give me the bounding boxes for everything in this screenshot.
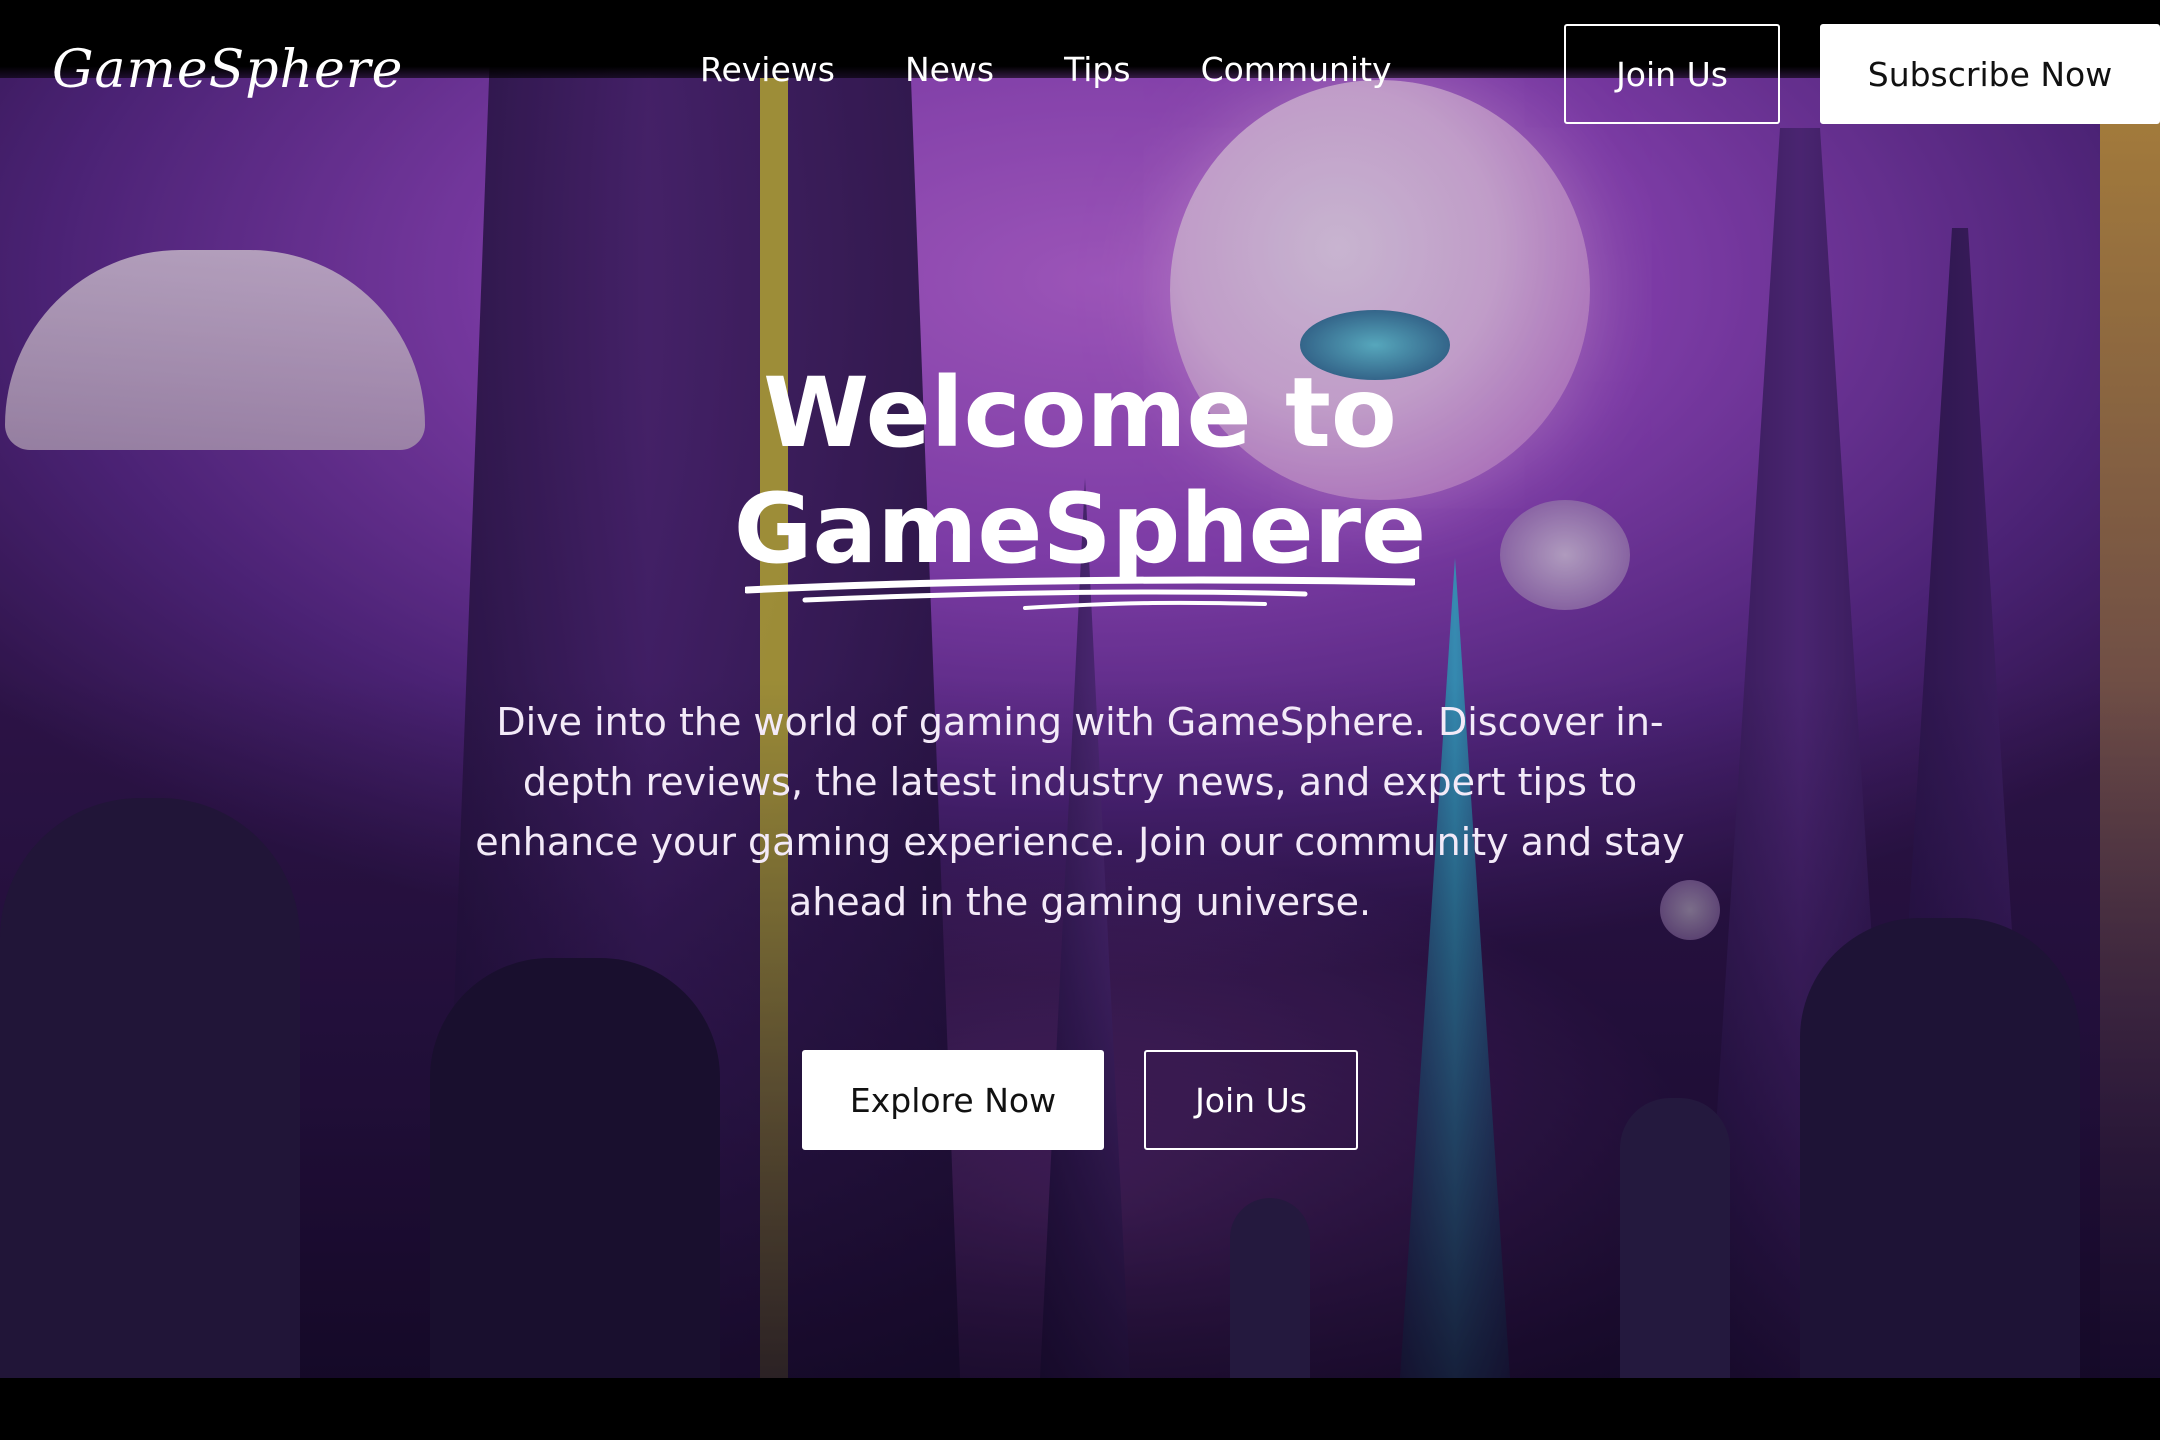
nav-link-news[interactable]: News	[905, 50, 994, 89]
bottom-black-bar	[0, 1378, 2160, 1440]
hero-description: Dive into the world of gaming with GameS…	[475, 700, 1685, 924]
nav-link-tips[interactable]: Tips	[1064, 50, 1130, 89]
title-underline-decoration	[745, 576, 1415, 610]
site-logo[interactable]: GameSphere	[52, 40, 403, 100]
hero-title: Welcome to GameSphere	[580, 355, 1580, 587]
nav-link-reviews[interactable]: Reviews	[700, 50, 835, 89]
landing-page: GameSphere Reviews News Tips Community J…	[0, 0, 2160, 1440]
hero-join-button[interactable]: Join Us	[1144, 1050, 1358, 1150]
hero-dim-overlay	[0, 0, 2160, 1378]
hero-title-line1: Welcome to	[763, 357, 1397, 469]
nav-links: Reviews News Tips Community	[700, 50, 1462, 89]
top-navigation: GameSphere Reviews News Tips Community J…	[0, 0, 2160, 140]
nav-link-community[interactable]: Community	[1201, 50, 1392, 89]
hero-title-line2: GameSphere	[733, 473, 1427, 585]
explore-now-button[interactable]: Explore Now	[802, 1050, 1104, 1150]
nav-join-button[interactable]: Join Us	[1564, 24, 1780, 124]
subscribe-button[interactable]: Subscribe Now	[1820, 24, 2160, 124]
hero-background-image	[0, 0, 2160, 1378]
